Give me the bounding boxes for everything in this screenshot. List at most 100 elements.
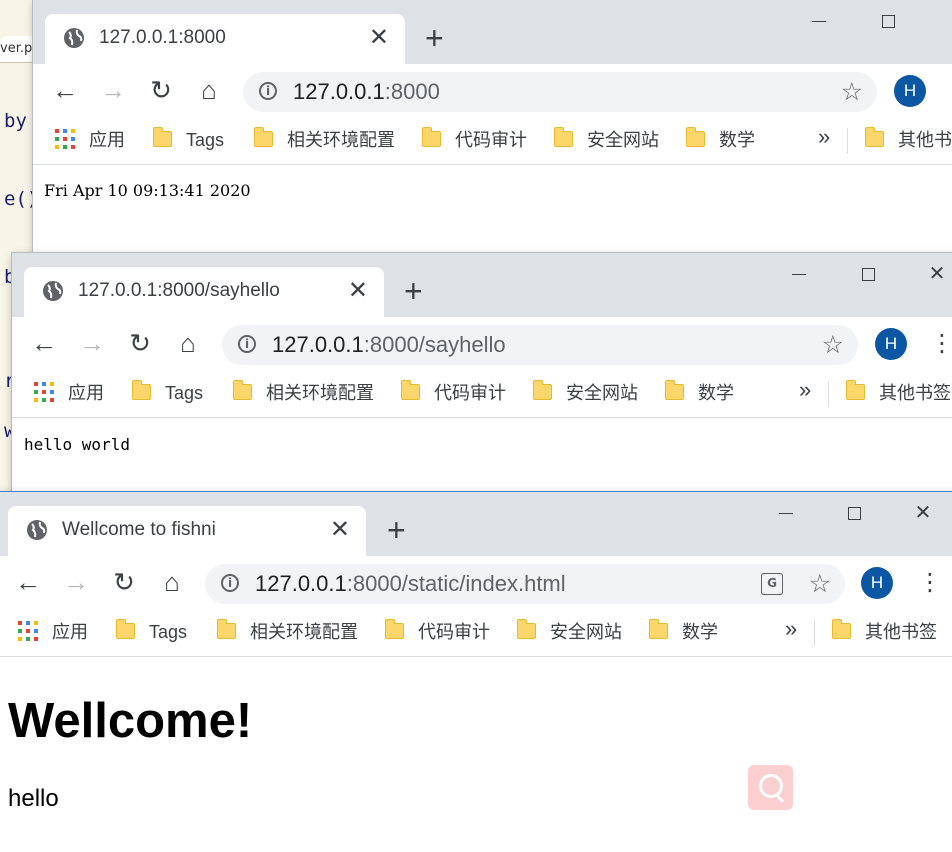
bookmark-security-sites[interactable]: 安全网站: [517, 619, 622, 644]
url-text[interactable]: 127.0.0.1:8000/static/index.html: [255, 571, 566, 597]
folder-icon: [233, 380, 252, 400]
translate-icon[interactable]: G: [761, 573, 783, 595]
editor-code-line: by: [4, 110, 27, 132]
browser-window-sayhello: 127.0.0.1:8000/sayhello ✕ + ✕ ← → ↻ ⌂ i …: [12, 253, 952, 503]
folder-icon: [116, 619, 135, 639]
bookmark-other[interactable]: 其他书签: [846, 380, 951, 405]
window-close-icon[interactable]: ✕: [903, 496, 943, 530]
bookmark-apps[interactable]: 应用: [18, 620, 88, 644]
back-icon[interactable]: ←: [12, 566, 44, 598]
bookmark-tags[interactable]: Tags: [153, 127, 224, 152]
tab-title: 127.0.0.1:8000/sayhello: [78, 280, 280, 301]
menu-icon[interactable]: ⋮: [918, 568, 942, 598]
tab-close-icon[interactable]: ✕: [330, 517, 350, 543]
info-icon[interactable]: i: [221, 574, 239, 592]
bookmark-tags[interactable]: Tags: [132, 380, 203, 405]
folder-icon: [865, 127, 884, 147]
info-icon[interactable]: i: [238, 335, 256, 353]
bookmark-math[interactable]: 数学: [649, 619, 718, 644]
window-close-icon[interactable]: ✕: [917, 257, 952, 291]
tab-close-icon[interactable]: ✕: [348, 278, 368, 304]
bookmark-apps[interactable]: 应用: [55, 128, 125, 152]
menu-icon[interactable]: ⋮: [930, 329, 952, 359]
bookmark-env-config[interactable]: 相关环境配置: [233, 380, 374, 405]
bookmarks-bar: 应用 Tags 相关环境配置 代码审计 安全网站 数学 » 其他书签: [0, 608, 952, 657]
folder-icon: [554, 127, 573, 147]
new-tab-icon[interactable]: +: [404, 275, 423, 307]
url-text[interactable]: 127.0.0.1:8000: [293, 79, 440, 105]
back-icon[interactable]: ←: [49, 74, 81, 106]
profile-avatar[interactable]: H: [861, 567, 893, 599]
tab-strip: 127.0.0.1:8000/sayhello ✕ + ✕: [12, 253, 952, 317]
bookmark-star-icon[interactable]: ☆: [809, 569, 831, 599]
home-icon[interactable]: ⌂: [156, 566, 188, 598]
browser-window-index: Wellcome to fishni ✕ + ✕ ← → ↻ ⌂ i 127.0…: [0, 492, 952, 852]
address-bar[interactable]: i 127.0.0.1:8000/static/index.html G ☆: [205, 564, 845, 604]
globe-icon: [27, 520, 47, 540]
folder-icon: [254, 127, 273, 147]
maximize-icon[interactable]: [868, 4, 908, 38]
bookmark-security-sites[interactable]: 安全网站: [554, 127, 659, 152]
folder-icon: [846, 380, 865, 400]
bookmark-star-icon[interactable]: ☆: [822, 330, 844, 360]
address-bar[interactable]: i 127.0.0.1:8000/sayhello ☆: [222, 325, 858, 365]
bookmark-tags[interactable]: Tags: [116, 619, 187, 644]
tab-active[interactable]: 127.0.0.1:8000 ✕: [45, 14, 405, 64]
info-icon[interactable]: i: [259, 82, 277, 100]
apps-grid-icon: [18, 621, 38, 641]
bookmark-code-audit[interactable]: 代码审计: [422, 127, 527, 152]
address-bar[interactable]: i 127.0.0.1:8000 ☆: [243, 72, 877, 112]
bookmark-other[interactable]: 其他书签: [832, 619, 937, 644]
bookmark-apps[interactable]: 应用: [34, 381, 104, 405]
tab-close-icon[interactable]: ✕: [369, 25, 389, 51]
profile-avatar[interactable]: H: [894, 75, 926, 107]
folder-icon: [665, 380, 684, 400]
maximize-icon[interactable]: [834, 496, 874, 530]
profile-avatar[interactable]: H: [875, 328, 907, 360]
folder-icon: [132, 380, 151, 400]
search-icon[interactable]: [748, 765, 793, 810]
bookmark-other[interactable]: 其他书签: [865, 127, 952, 152]
new-tab-icon[interactable]: +: [425, 22, 444, 54]
forward-icon[interactable]: →: [76, 327, 108, 359]
forward-icon[interactable]: →: [97, 74, 129, 106]
time-output: Fri Apr 10 09:13:41 2020: [44, 181, 251, 200]
bookmark-math[interactable]: 数学: [686, 127, 755, 152]
minimize-icon[interactable]: [779, 257, 819, 291]
sayhello-output: hello world: [24, 435, 130, 454]
bookmark-star-icon[interactable]: ☆: [841, 77, 863, 107]
page-content: Fri Apr 10 09:13:41 2020: [33, 165, 952, 260]
tab-title: Wellcome to fishni: [62, 519, 216, 540]
tab-active[interactable]: 127.0.0.1:8000/sayhello ✕: [24, 267, 384, 317]
home-icon[interactable]: ⌂: [172, 327, 204, 359]
reload-icon[interactable]: ↻: [108, 566, 140, 598]
page-content: Wellcome! hello: [0, 657, 952, 852]
bookmark-security-sites[interactable]: 安全网站: [533, 380, 638, 405]
globe-icon: [43, 281, 63, 301]
bookmark-env-config[interactable]: 相关环境配置: [217, 619, 358, 644]
tab-title: 127.0.0.1:8000: [99, 27, 226, 48]
url-text[interactable]: 127.0.0.1:8000/sayhello: [272, 332, 506, 358]
folder-icon: [401, 380, 420, 400]
back-icon[interactable]: ←: [28, 327, 60, 359]
bookmark-code-audit[interactable]: 代码审计: [385, 619, 490, 644]
minimize-icon[interactable]: [799, 4, 839, 38]
bookmark-env-config[interactable]: 相关环境配置: [254, 127, 395, 152]
bookmark-code-audit[interactable]: 代码审计: [401, 380, 506, 405]
folder-icon: [649, 619, 668, 639]
tab-active[interactable]: Wellcome to fishni ✕: [8, 506, 366, 556]
reload-icon[interactable]: ↻: [124, 327, 156, 359]
bookmarks-overflow-icon[interactable]: »: [799, 377, 811, 403]
tab-strip: Wellcome to fishni ✕ + ✕: [0, 492, 952, 556]
bookmarks-overflow-icon[interactable]: »: [818, 124, 830, 150]
bookmarks-overflow-icon[interactable]: »: [785, 616, 797, 642]
new-tab-icon[interactable]: +: [387, 514, 406, 546]
reload-icon[interactable]: ↻: [145, 74, 177, 106]
minimize-icon[interactable]: [766, 496, 806, 530]
forward-icon[interactable]: →: [60, 566, 92, 598]
folder-icon: [686, 127, 705, 147]
maximize-icon[interactable]: [848, 257, 888, 291]
bookmark-math[interactable]: 数学: [665, 380, 734, 405]
bookmarks-divider: [828, 381, 829, 407]
home-icon[interactable]: ⌂: [193, 74, 225, 106]
